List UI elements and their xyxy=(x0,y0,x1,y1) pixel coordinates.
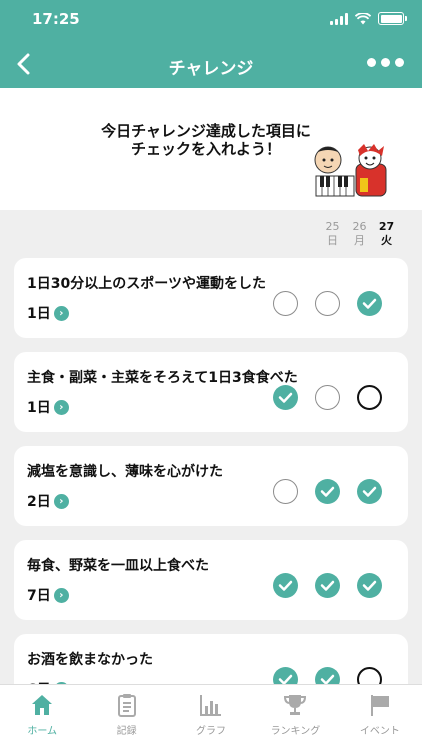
wifi-icon xyxy=(355,12,371,24)
home-icon xyxy=(32,695,53,715)
battery-icon xyxy=(378,12,407,25)
tab-graph[interactable]: グラフ xyxy=(169,685,253,750)
check-circle-checked[interactable] xyxy=(315,573,340,598)
signal-icon xyxy=(330,12,348,25)
check-circle-checked[interactable] xyxy=(357,291,382,316)
tab-label: 記録 xyxy=(116,726,137,737)
challenge-label: 主食・副菜・主菜をそろえて1日3食食べた xyxy=(27,370,298,386)
check-row xyxy=(273,479,382,504)
nav-bar: チャレンジ xyxy=(0,40,422,88)
check-circle-checked[interactable] xyxy=(273,385,298,410)
check-row xyxy=(273,291,382,316)
day-col-2: 26 月 xyxy=(352,220,367,247)
check-circle-checked[interactable] xyxy=(357,479,382,504)
tab-record[interactable]: 記録 xyxy=(84,685,168,750)
tab-label: グラフ xyxy=(196,726,227,737)
clipboard-icon xyxy=(117,694,136,717)
status-icons xyxy=(330,12,407,25)
chevron-right-icon: › xyxy=(53,587,69,603)
day-col-today: 27 火 xyxy=(378,220,395,247)
tab-label: ランキング xyxy=(270,726,321,737)
check-circle-empty[interactable] xyxy=(315,291,340,316)
challenge-count-link[interactable]: 1日 › xyxy=(27,397,69,417)
trophy-icon xyxy=(284,695,307,715)
tab-label: イベント xyxy=(359,726,400,737)
check-circle-empty[interactable] xyxy=(273,291,298,316)
check-circle-empty[interactable] xyxy=(273,479,298,504)
tab-home[interactable]: ホーム xyxy=(0,685,84,750)
check-circle-checked[interactable] xyxy=(357,573,382,598)
day-col-1: 25 日 xyxy=(325,220,340,247)
bar-chart-icon xyxy=(200,695,222,716)
challenge-label: 減塩を意識し、薄味を心がけた xyxy=(27,464,223,480)
check-circle-checked[interactable] xyxy=(315,479,340,504)
challenge-label: 毎食、野菜を一皿以上食べた xyxy=(27,558,209,574)
tab-ranking[interactable]: ランキング xyxy=(253,685,337,750)
check-circle-empty[interactable] xyxy=(357,385,382,410)
challenge-label: お酒を飲まなかった xyxy=(27,652,153,668)
challenge-count-link[interactable]: 1日 › xyxy=(27,303,69,323)
chevron-right-icon: › xyxy=(53,305,69,321)
challenge-card: 1日30分以上のスポーツや運動をした 1日 › xyxy=(14,258,408,338)
more-icon[interactable] xyxy=(367,58,404,67)
instruction-banner: 今日チャレンジ達成した項目に チェックを入れよう！ xyxy=(0,88,422,210)
status-time: 17:25 xyxy=(32,10,80,28)
chevron-right-icon: › xyxy=(53,493,69,509)
tab-bar: ホーム 記録 グラフ ランキング イベント xyxy=(0,684,422,750)
challenge-count-link[interactable]: 7日 › xyxy=(27,585,69,605)
challenge-label: 1日30分以上のスポーツや運動をした xyxy=(27,276,266,292)
check-circle-checked[interactable] xyxy=(273,573,298,598)
challenge-card: 毎食、野菜を一皿以上食べた 7日 › xyxy=(14,540,408,620)
check-row xyxy=(273,385,382,410)
challenge-card: 減塩を意識し、薄味を心がけた 2日 › xyxy=(14,446,408,526)
check-row xyxy=(273,573,382,598)
check-circle-empty[interactable] xyxy=(315,385,340,410)
tab-event[interactable]: イベント xyxy=(338,685,422,750)
chevron-right-icon: › xyxy=(53,399,69,415)
page-title: チャレンジ xyxy=(168,59,254,79)
challenge-count-link[interactable]: 2日 › xyxy=(27,491,69,511)
challenge-card: 主食・副菜・主菜をそろえて1日3食食べた 1日 › xyxy=(14,352,408,432)
tab-label: ホーム xyxy=(27,726,58,737)
flag-icon xyxy=(370,695,389,716)
status-bar: 17:25 xyxy=(0,0,422,40)
mascot-illustration xyxy=(314,144,387,197)
day-header: 25 日 26 月 27 火 xyxy=(319,220,400,248)
